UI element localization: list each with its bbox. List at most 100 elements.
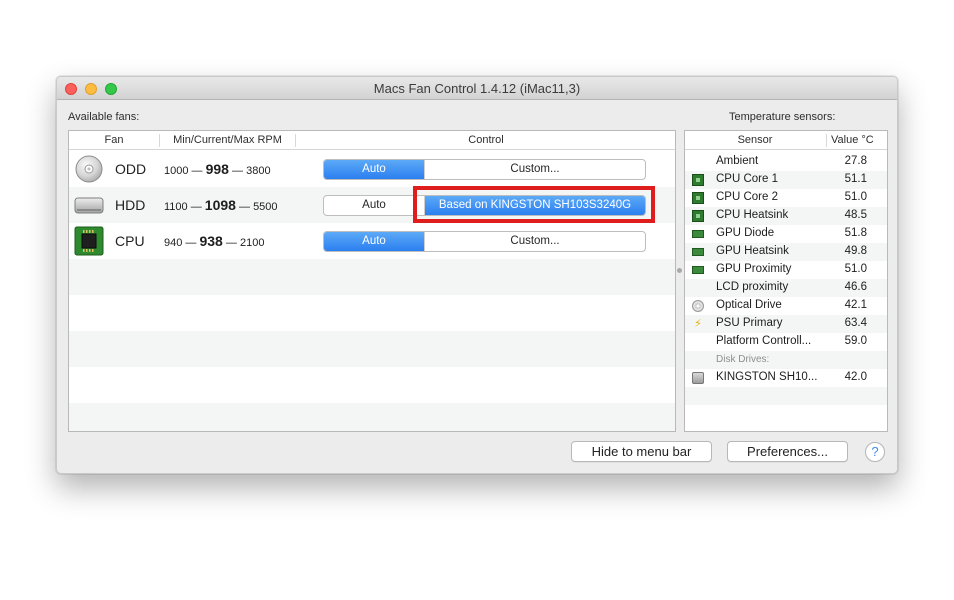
rpm-dash: — bbox=[185, 237, 197, 249]
annotation-highlight-box bbox=[413, 186, 655, 223]
rpm-min: 1000 bbox=[164, 165, 189, 177]
preferences-button[interactable]: Preferences... bbox=[727, 441, 848, 462]
auto-button[interactable]: Auto bbox=[324, 160, 425, 179]
power-bolt-icon: ⚡ bbox=[694, 318, 702, 330]
sensor-value: 42.0 bbox=[844, 371, 867, 383]
hard-drive-icon bbox=[74, 197, 104, 214]
empty-row bbox=[69, 403, 675, 431]
rpm-dash: — bbox=[239, 201, 250, 213]
sensor-name: GPU Heatsink bbox=[716, 245, 789, 257]
rpm-max: 3800 bbox=[246, 165, 271, 177]
fan-name: CPU bbox=[115, 233, 145, 249]
temperature-sensors-table: Sensor Value °C Ambient 27.8 CPU Core 1 … bbox=[684, 130, 888, 432]
rpm-dash: — bbox=[232, 165, 244, 177]
sensor-value: 51.0 bbox=[844, 263, 867, 275]
rpm-dash: — bbox=[191, 165, 203, 177]
fan-name: HDD bbox=[115, 197, 146, 213]
optical-drive-icon bbox=[75, 155, 103, 183]
column-header-sensor[interactable]: Sensor bbox=[685, 134, 825, 146]
custom-button[interactable]: Custom... bbox=[425, 160, 645, 179]
empty-row bbox=[685, 387, 887, 405]
sensor-row-gpu-proximity[interactable]: GPU Proximity 51.0 bbox=[685, 261, 887, 279]
empty-row bbox=[685, 405, 887, 423]
sensor-row-optical-drive[interactable]: Optical Drive 42.1 bbox=[685, 297, 887, 315]
sensor-value: 46.6 bbox=[844, 281, 867, 293]
empty-row bbox=[69, 367, 675, 403]
rpm-readout: 1000 — 998 — 3800 bbox=[164, 161, 296, 177]
empty-row bbox=[69, 295, 675, 331]
sensor-row-psu-primary[interactable]: ⚡ PSU Primary 63.4 bbox=[685, 315, 887, 333]
fan-control-segment: Auto Custom... bbox=[323, 231, 646, 252]
auto-button[interactable]: Auto bbox=[324, 232, 425, 251]
sensor-group-disk-drives: Disk Drives: bbox=[685, 351, 887, 369]
sensor-name: GPU Proximity bbox=[716, 263, 792, 275]
gpu-card-icon bbox=[692, 248, 704, 256]
gpu-card-icon bbox=[692, 266, 704, 274]
cpu-chip-icon bbox=[692, 192, 704, 204]
sensor-name: CPU Core 1 bbox=[716, 173, 778, 185]
fan-row-odd[interactable]: ODD 1000 — 998 — 3800 Auto Custom... bbox=[69, 151, 675, 187]
empty-row bbox=[69, 331, 675, 367]
rpm-min: 1100 bbox=[164, 201, 188, 213]
optical-drive-icon bbox=[692, 300, 704, 312]
sensor-name: GPU Diode bbox=[716, 227, 775, 239]
cpu-chip-icon bbox=[74, 226, 104, 256]
sensor-row-cpu-heatsink[interactable]: CPU Heatsink 48.5 bbox=[685, 207, 887, 225]
sensor-row-ambient[interactable]: Ambient 27.8 bbox=[685, 153, 887, 171]
rpm-dash: — bbox=[225, 237, 237, 249]
rpm-max: 5500 bbox=[253, 201, 278, 213]
rpm-readout: 940 — 938 — 2100 bbox=[164, 233, 296, 249]
sensor-value: 27.8 bbox=[844, 155, 867, 167]
sensor-value: 63.4 bbox=[844, 317, 867, 329]
sensor-value: 59.0 bbox=[844, 335, 867, 347]
sensor-row-platform-controller[interactable]: Platform Controll... 59.0 bbox=[685, 333, 887, 351]
sensor-value: 51.1 bbox=[844, 173, 867, 185]
sensor-row-gpu-diode[interactable]: GPU Diode 51.8 bbox=[685, 225, 887, 243]
column-header-value[interactable]: Value °C bbox=[831, 134, 874, 146]
rpm-min: 940 bbox=[164, 237, 183, 249]
rpm-current: 998 bbox=[205, 161, 229, 177]
sensor-value: 42.1 bbox=[844, 299, 867, 311]
cpu-chip-icon bbox=[692, 174, 704, 186]
sensor-row-lcd-proximity[interactable]: LCD proximity 46.6 bbox=[685, 279, 887, 297]
hide-to-menu-bar-button[interactable]: Hide to menu bar bbox=[571, 441, 712, 462]
sensor-name: Ambient bbox=[716, 155, 759, 167]
hard-drive-icon bbox=[692, 372, 704, 384]
fans-table: Fan Min/Current/Max RPM Control ODD 1000… bbox=[68, 130, 676, 432]
split-view-handle[interactable] bbox=[677, 268, 682, 273]
column-header-control[interactable]: Control bbox=[296, 134, 675, 146]
rpm-max: 2100 bbox=[239, 237, 265, 249]
sensor-name: CPU Core 2 bbox=[716, 191, 778, 203]
cpu-chip-icon bbox=[692, 210, 704, 222]
sensor-name: Platform Controll... bbox=[716, 335, 812, 347]
sensor-row-gpu-heatsink[interactable]: GPU Heatsink 49.8 bbox=[685, 243, 887, 261]
rpm-readout: 1100 — 1098 — 5500 bbox=[164, 197, 296, 213]
sensor-value: 51.8 bbox=[844, 227, 867, 239]
sensor-name: KINGSTON SH10... bbox=[716, 371, 818, 383]
fans-table-header: Fan Min/Current/Max RPM Control bbox=[69, 131, 675, 150]
sensor-row-kingston-disk[interactable]: KINGSTON SH10... 42.0 bbox=[685, 369, 887, 387]
sensors-table-header: Sensor Value °C bbox=[685, 131, 887, 150]
sensor-value: 51.0 bbox=[844, 191, 867, 203]
sensor-name: LCD proximity bbox=[716, 281, 789, 293]
sensor-row-cpu-core-2[interactable]: CPU Core 2 51.0 bbox=[685, 189, 887, 207]
auto-button[interactable]: Auto bbox=[324, 196, 425, 215]
sensor-value: 49.8 bbox=[844, 245, 867, 257]
custom-button[interactable]: Custom... bbox=[425, 232, 645, 251]
temperature-sensors-label: Temperature sensors: bbox=[729, 111, 836, 123]
fan-name: ODD bbox=[115, 161, 147, 177]
column-header-rpm[interactable]: Min/Current/Max RPM bbox=[160, 134, 295, 146]
group-label: Disk Drives: bbox=[716, 354, 770, 365]
help-button[interactable]: ? bbox=[865, 442, 885, 462]
sensor-name: PSU Primary bbox=[716, 317, 783, 329]
column-header-fan[interactable]: Fan bbox=[69, 134, 159, 146]
gpu-card-icon bbox=[692, 230, 704, 238]
title-bar[interactable]: Macs Fan Control 1.4.12 (iMac11,3) bbox=[57, 77, 897, 100]
available-fans-label: Available fans: bbox=[68, 111, 140, 123]
rpm-current: 938 bbox=[199, 233, 223, 249]
app-window: Macs Fan Control 1.4.12 (iMac11,3) Avail… bbox=[56, 76, 898, 474]
sensor-row-cpu-core-1[interactable]: CPU Core 1 51.1 bbox=[685, 171, 887, 189]
fan-row-cpu[interactable]: CPU 940 — 938 — 2100 Auto Custom... bbox=[69, 223, 675, 259]
empty-row bbox=[69, 259, 675, 295]
fan-control-segment: Auto Custom... bbox=[323, 159, 646, 180]
